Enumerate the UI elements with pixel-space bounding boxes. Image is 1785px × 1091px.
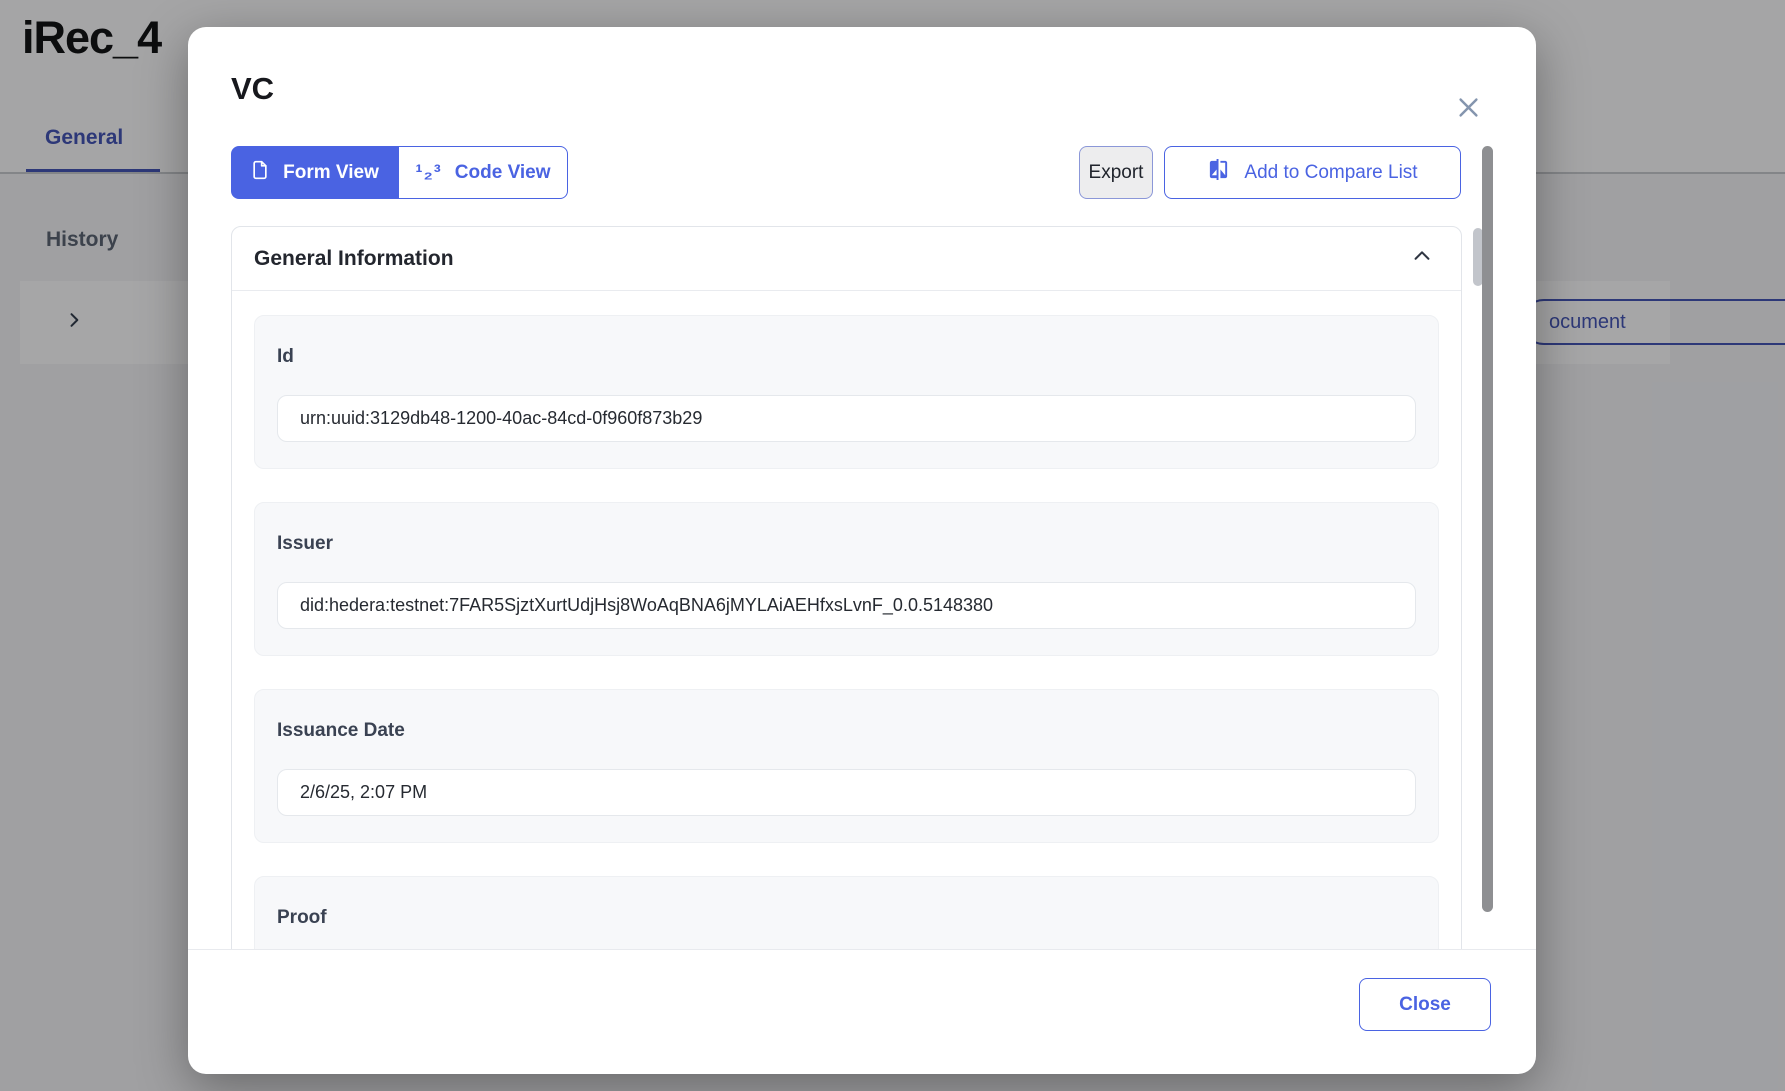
field-label: Proof xyxy=(277,903,1416,932)
close-icon[interactable] xyxy=(1446,85,1490,129)
field-value-input[interactable]: 2/6/25, 2:07 PM xyxy=(277,769,1416,816)
field-id: Id urn:uuid:3129db48-1200-40ac-84cd-0f96… xyxy=(254,315,1439,469)
field-issuance-date: Issuance Date 2/6/25, 2:07 PM xyxy=(254,689,1439,843)
section-fields: Id urn:uuid:3129db48-1200-40ac-84cd-0f96… xyxy=(232,291,1461,949)
field-label: Issuance Date xyxy=(277,716,1416,745)
dialog-title: VC xyxy=(231,71,274,107)
compare-icon xyxy=(1207,158,1230,187)
field-value-input[interactable]: did:hedera:testnet:7FAR5SjztXurtUdjHsj8W… xyxy=(277,582,1416,629)
field-label: Issuer xyxy=(277,529,1416,558)
section-title: General Information xyxy=(254,247,454,271)
document-icon xyxy=(250,160,270,186)
chevron-up-icon[interactable] xyxy=(1411,245,1433,272)
toolbar-actions: Export Add to Compare List xyxy=(1079,146,1461,199)
dialog-scroll-area: General Information Id urn:uuid:3129db48… xyxy=(210,215,1497,949)
dialog-toolbar: Form View ¹₂³ Code View Export Add to Co… xyxy=(231,146,1493,199)
form-view-button[interactable]: Form View xyxy=(231,146,398,199)
footer-divider xyxy=(188,949,1536,950)
code-view-button[interactable]: ¹₂³ Code View xyxy=(398,146,568,199)
export-button[interactable]: Export xyxy=(1079,146,1153,199)
numbered-list-icon: ¹₂³ xyxy=(415,161,441,185)
add-to-compare-button[interactable]: Add to Compare List xyxy=(1164,146,1461,199)
outer-scrollbar-thumb[interactable] xyxy=(1482,146,1493,912)
code-view-label: Code View xyxy=(455,162,551,184)
view-toggle: Form View ¹₂³ Code View xyxy=(231,146,568,199)
general-information-header[interactable]: General Information xyxy=(232,227,1461,291)
field-value-input[interactable]: urn:uuid:3129db48-1200-40ac-84cd-0f960f8… xyxy=(277,395,1416,442)
close-button[interactable]: Close xyxy=(1359,978,1491,1031)
field-label: Id xyxy=(277,342,1416,371)
vc-dialog: VC Form View ¹₂³ Code View Export Add xyxy=(188,27,1536,1074)
form-view-label: Form View xyxy=(283,162,379,184)
field-issuer: Issuer did:hedera:testnet:7FAR5SjztXurtU… xyxy=(254,502,1439,656)
add-to-compare-label: Add to Compare List xyxy=(1244,162,1417,184)
general-information-panel: General Information Id urn:uuid:3129db48… xyxy=(231,226,1462,949)
field-proof: Proof xyxy=(254,876,1439,949)
